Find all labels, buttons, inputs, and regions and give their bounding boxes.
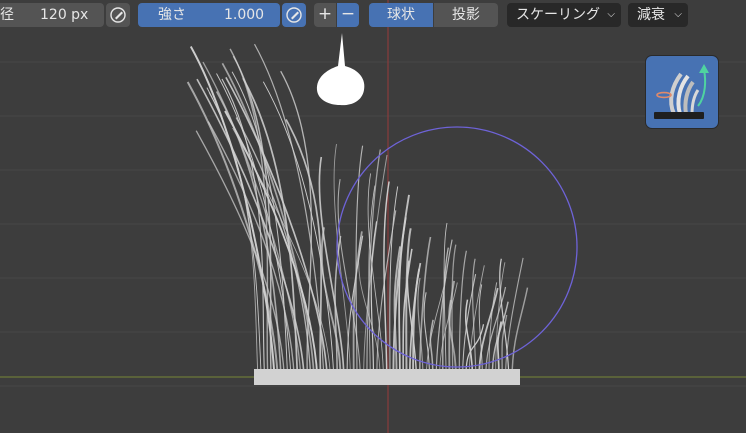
falloff-dropdown[interactable]: 減衰 ⌵ — [628, 3, 688, 27]
emitter-base[interactable] — [254, 369, 520, 385]
radius-field[interactable]: 径 120 px — [0, 3, 104, 27]
chevron-down-icon: ⌵ — [607, 9, 615, 20]
pen-pressure-icon — [286, 7, 302, 23]
hair-comb-brush-icon — [654, 64, 709, 119]
falloff-label: 減衰 — [637, 7, 665, 23]
radius-label: 径 — [0, 7, 14, 23]
scaling-dropdown[interactable]: スケーリング ⌵ — [507, 3, 621, 27]
scaling-label: スケーリング — [516, 7, 600, 23]
hair-strand — [443, 222, 448, 379]
active-tool-icon[interactable] — [646, 56, 718, 128]
strength-pressure-button[interactable] — [282, 3, 306, 27]
strength-field[interactable]: 強さ 1.000 — [138, 3, 280, 27]
hair-strand — [352, 231, 363, 379]
add-mode-button[interactable]: + — [314, 3, 336, 27]
subtract-mode-button[interactable]: − — [337, 3, 359, 27]
strength-label: 強さ — [158, 7, 186, 23]
strength-value: 1.000 — [224, 7, 265, 23]
radius-value: 120 px — [40, 7, 89, 23]
pen-pressure-icon — [110, 7, 126, 23]
tool-settings-header: 径 120 px 強さ 1.000 + − 球状 投影 スケーリング ⌵ 減衰 … — [0, 0, 746, 32]
hair-strand — [189, 46, 276, 379]
3d-viewport[interactable] — [0, 0, 746, 433]
radius-pressure-button[interactable] — [106, 3, 130, 27]
chevron-down-icon: ⌵ — [674, 9, 682, 20]
falloff-shape-sphere-tab[interactable]: 球状 — [369, 3, 433, 27]
pointer-callout — [316, 33, 365, 106]
falloff-shape-projected-tab[interactable]: 投影 — [434, 3, 498, 27]
